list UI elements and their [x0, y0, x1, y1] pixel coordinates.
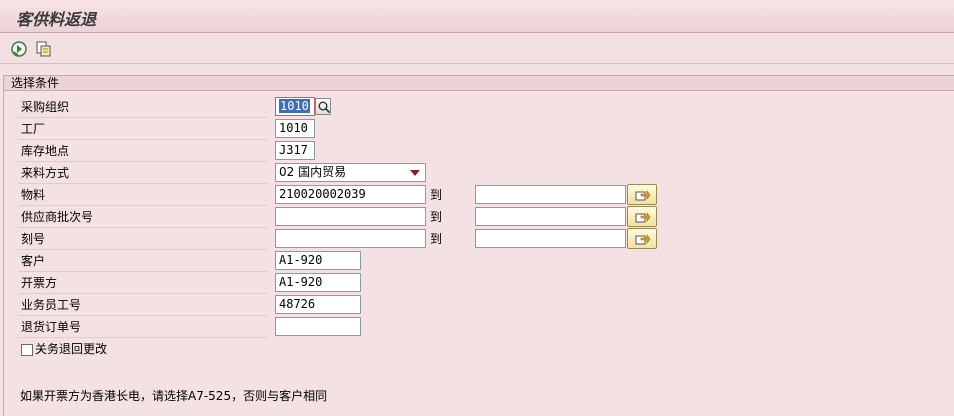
material-label: 物料: [21, 188, 46, 202]
row-divider: [18, 337, 268, 338]
row-divider: [18, 315, 268, 316]
return-order-label: 退货订单号: [21, 320, 82, 334]
multiple-selection-button[interactable]: [627, 206, 657, 227]
hint-note: 如果开票方为香港长电，请选择A7-525，否则与客户相同: [20, 389, 328, 403]
row-divider: [18, 139, 268, 140]
material-from-field[interactable]: 210020002039: [275, 185, 426, 204]
salesperson-id-label: 业务员工号: [21, 298, 82, 312]
search-icon: [318, 101, 331, 114]
row-divider: [18, 117, 268, 118]
multiple-selection-icon: [635, 234, 651, 245]
application-toolbar: [0, 34, 954, 64]
page-title: 客供料返退: [16, 10, 97, 29]
multiple-selection-button[interactable]: [627, 184, 657, 205]
group-title: 选择条件: [11, 76, 60, 90]
material-to-field[interactable]: [475, 185, 626, 204]
group-header: 选择条件: [4, 76, 954, 91]
customer-label: 客户: [21, 254, 46, 268]
to-label: 到: [430, 232, 443, 246]
storage-location-field[interactable]: J317: [275, 141, 315, 160]
row-divider: [18, 293, 268, 294]
chevron-down-icon: [410, 170, 420, 176]
vendor-batch-from-field[interactable]: [275, 207, 426, 226]
get-variant-icon[interactable]: [35, 40, 53, 58]
execute-icon[interactable]: [10, 40, 28, 58]
bill-to-party-label: 开票方: [21, 276, 58, 290]
title-bar: 客供料返退: [0, 0, 954, 33]
multiple-selection-icon: [635, 212, 651, 223]
salesperson-id-field[interactable]: 48726: [275, 295, 361, 314]
customs-return-change-label: 关务退回更改: [35, 342, 108, 356]
customer-field[interactable]: A1-920: [275, 251, 361, 270]
bill-to-party-field[interactable]: A1-920: [275, 273, 361, 292]
row-divider: [18, 183, 268, 184]
storage-location-label: 库存地点: [21, 144, 70, 158]
plant-label: 工厂: [21, 122, 46, 136]
multiple-selection-icon: [635, 190, 651, 201]
row-divider: [18, 271, 268, 272]
engraving-number-from-field[interactable]: [275, 229, 426, 248]
supply-method-label: 来料方式: [21, 166, 70, 180]
row-divider: [18, 227, 268, 228]
search-help-button[interactable]: [315, 98, 331, 115]
supply-method-dropdown[interactable]: 02 国内贸易: [275, 163, 426, 182]
row-divider: [18, 161, 268, 162]
engraving-number-label: 刻号: [21, 232, 46, 246]
to-label: 到: [430, 210, 443, 224]
purchasing-org-label: 采购组织: [21, 100, 70, 114]
plant-field[interactable]: 1010: [275, 119, 315, 138]
multiple-selection-button[interactable]: [627, 228, 657, 249]
row-divider: [18, 205, 268, 206]
row-divider: [18, 249, 268, 250]
vendor-batch-to-field[interactable]: [475, 207, 626, 226]
supply-method-value: 02 国内贸易: [279, 165, 347, 179]
return-order-field[interactable]: [275, 317, 361, 336]
vendor-batch-label: 供应商批次号: [21, 210, 94, 224]
purchasing-org-field[interactable]: 1010: [275, 97, 315, 116]
engraving-number-to-field[interactable]: [475, 229, 626, 248]
customs-return-change-checkbox[interactable]: [21, 344, 33, 356]
to-label: 到: [430, 188, 443, 202]
